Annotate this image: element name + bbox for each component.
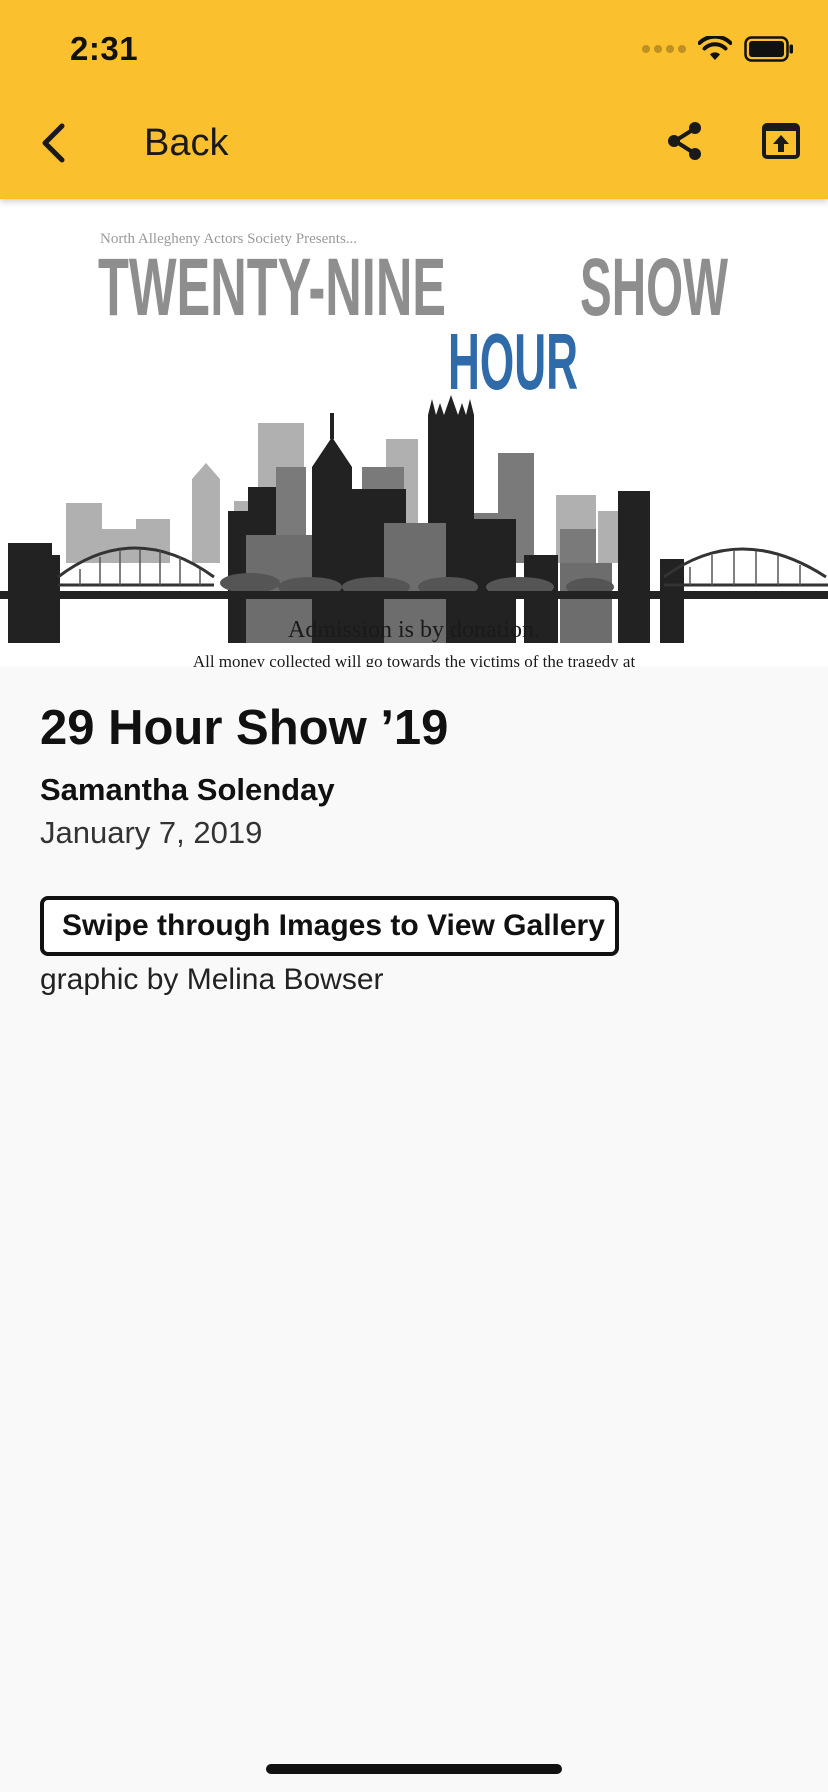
hero-word-right: SHOW [580, 242, 728, 333]
chevron-left-icon [38, 122, 68, 169]
share-button[interactable] [660, 118, 710, 168]
cellular-signal-icon [642, 45, 686, 53]
article-date: January 7, 2019 [40, 815, 263, 850]
hero-image[interactable]: North Allegheny Actors Society Presents.… [0, 199, 828, 667]
wifi-icon [698, 36, 732, 62]
article-title: 29 Hour Show ’19 [40, 701, 449, 755]
back-button[interactable] [38, 116, 68, 174]
status-icons [642, 36, 794, 62]
hero-word-left: TWENTY-NINE [98, 242, 446, 333]
back-label[interactable]: Back [144, 122, 228, 165]
hero-money-text: All money collected will go towards the … [193, 652, 636, 667]
article-body: 29 Hour Show ’19 Samantha Solenday Janua… [40, 696, 800, 1000]
home-indicator[interactable] [266, 1764, 562, 1774]
article-author: Samantha Solenday [40, 772, 335, 807]
image-credit: graphic by Melina Bowser [40, 963, 384, 996]
share-icon [664, 120, 706, 167]
view-gallery-button[interactable]: Swipe through Images to View Gallery [40, 896, 619, 956]
hero-word-center: HOUR [448, 317, 578, 406]
open-in-browser-button[interactable] [756, 118, 806, 168]
navigation-bar: Back [0, 110, 828, 180]
open-in-browser-icon [761, 122, 801, 165]
battery-icon [744, 36, 794, 62]
hero-admission-text: Admission is by donation. [288, 617, 540, 643]
status-time: 2:31 [70, 30, 139, 67]
app-header: 2:31 Back [0, 0, 828, 199]
